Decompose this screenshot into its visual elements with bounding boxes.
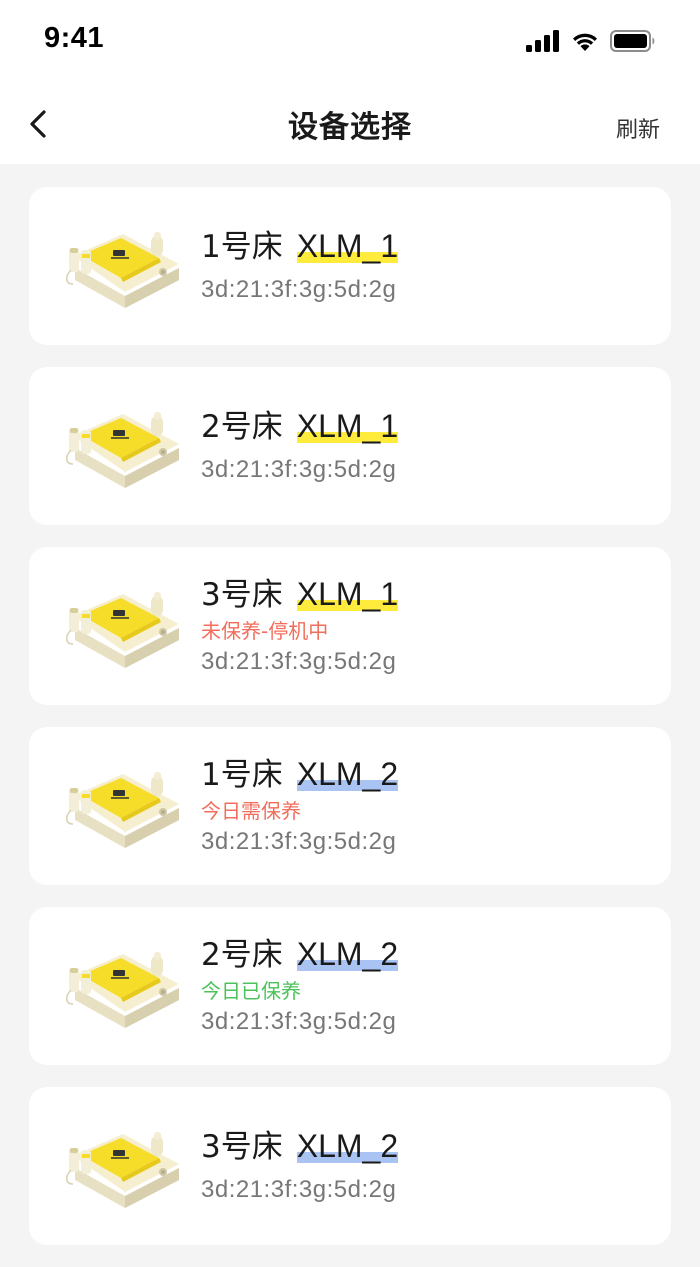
model-label: XLM_1 [296, 407, 399, 444]
device-card[interactable]: 1号床 XLM_2 今日需保养 3d:21:3f:3g:5d:2g [29, 727, 671, 885]
bed-label: 3号床 [201, 576, 283, 613]
mac-address: 3d:21:3f:3g:5d:2g [201, 827, 397, 855]
model-label: XLM_2 [296, 1127, 399, 1164]
device-title: 1号床 XLM_2 [201, 755, 399, 794]
mac-address: 3d:21:3f:3g:5d:2g [201, 275, 397, 303]
mac-address: 3d:21:3f:3g:5d:2g [201, 1175, 397, 1203]
model-label: XLM_2 [296, 935, 399, 972]
device-info: 2号床 XLM_2 今日已保养 3d:21:3f:3g:5d:2g [201, 907, 399, 1065]
model-label: XLM_2 [296, 755, 399, 792]
device-info: 1号床 XLM_1 3d:21:3f:3g:5d:2g [201, 187, 399, 345]
device-card[interactable]: 3号床 XLM_1 未保养-停机中 3d:21:3f:3g:5d:2g [29, 547, 671, 705]
device-image [66, 772, 179, 848]
device-title: 3号床 XLM_1 [201, 575, 399, 614]
device-info: 2号床 XLM_1 3d:21:3f:3g:5d:2g [201, 367, 399, 525]
mac-address: 3d:21:3f:3g:5d:2g [201, 1007, 397, 1035]
refresh-button[interactable]: 刷新 [616, 112, 660, 144]
signal-icon [526, 30, 559, 52]
page-title: 设备选择 [288, 110, 412, 145]
mac-address: 3d:21:3f:3g:5d:2g [201, 455, 397, 483]
device-card[interactable]: 2号床 XLM_1 3d:21:3f:3g:5d:2g [29, 367, 671, 525]
device-image [66, 592, 179, 668]
device-title: 2号床 XLM_2 [201, 935, 399, 974]
status-time: 9:41 [44, 22, 105, 54]
bed-label: 2号床 [201, 408, 283, 445]
device-image [66, 232, 179, 308]
maintenance-status: 今日已保养 [201, 978, 301, 1003]
bed-label: 3号床 [201, 1128, 283, 1165]
device-card[interactable]: 3号床 XLM_2 3d:21:3f:3g:5d:2g [29, 1087, 671, 1245]
device-image [66, 412, 179, 488]
device-image [66, 1132, 179, 1208]
wifi-icon [573, 33, 597, 51]
model-label: XLM_1 [296, 227, 399, 264]
mac-address: 3d:21:3f:3g:5d:2g [201, 647, 397, 675]
maintenance-status: 未保养-停机中 [201, 618, 329, 643]
device-title: 2号床 XLM_1 [201, 407, 399, 446]
device-info: 3号床 XLM_1 未保养-停机中 3d:21:3f:3g:5d:2g [201, 547, 399, 705]
bed-label: 1号床 [201, 228, 283, 265]
device-list: 1号床 XLM_1 3d:21:3f:3g:5d:2g 2号床 XLM_1 3d… [29, 187, 671, 1267]
battery-icon [610, 30, 655, 52]
device-card[interactable]: 2号床 XLM_2 今日已保养 3d:21:3f:3g:5d:2g [29, 907, 671, 1065]
device-info: 3号床 XLM_2 3d:21:3f:3g:5d:2g [201, 1087, 399, 1245]
nav-bar: 设备选择 刷新 [0, 84, 700, 164]
status-bar: 9:41 [0, 0, 700, 84]
device-title: 1号床 XLM_1 [201, 227, 399, 266]
device-info: 1号床 XLM_2 今日需保养 3d:21:3f:3g:5d:2g [201, 727, 399, 885]
device-title: 3号床 XLM_2 [201, 1127, 399, 1166]
status-icons [526, 30, 656, 52]
bed-label: 2号床 [201, 936, 283, 973]
bed-label: 1号床 [201, 756, 283, 793]
maintenance-status: 今日需保养 [201, 798, 301, 823]
device-image [66, 952, 179, 1028]
device-card[interactable]: 1号床 XLM_1 3d:21:3f:3g:5d:2g [29, 187, 671, 345]
model-label: XLM_1 [296, 575, 399, 612]
